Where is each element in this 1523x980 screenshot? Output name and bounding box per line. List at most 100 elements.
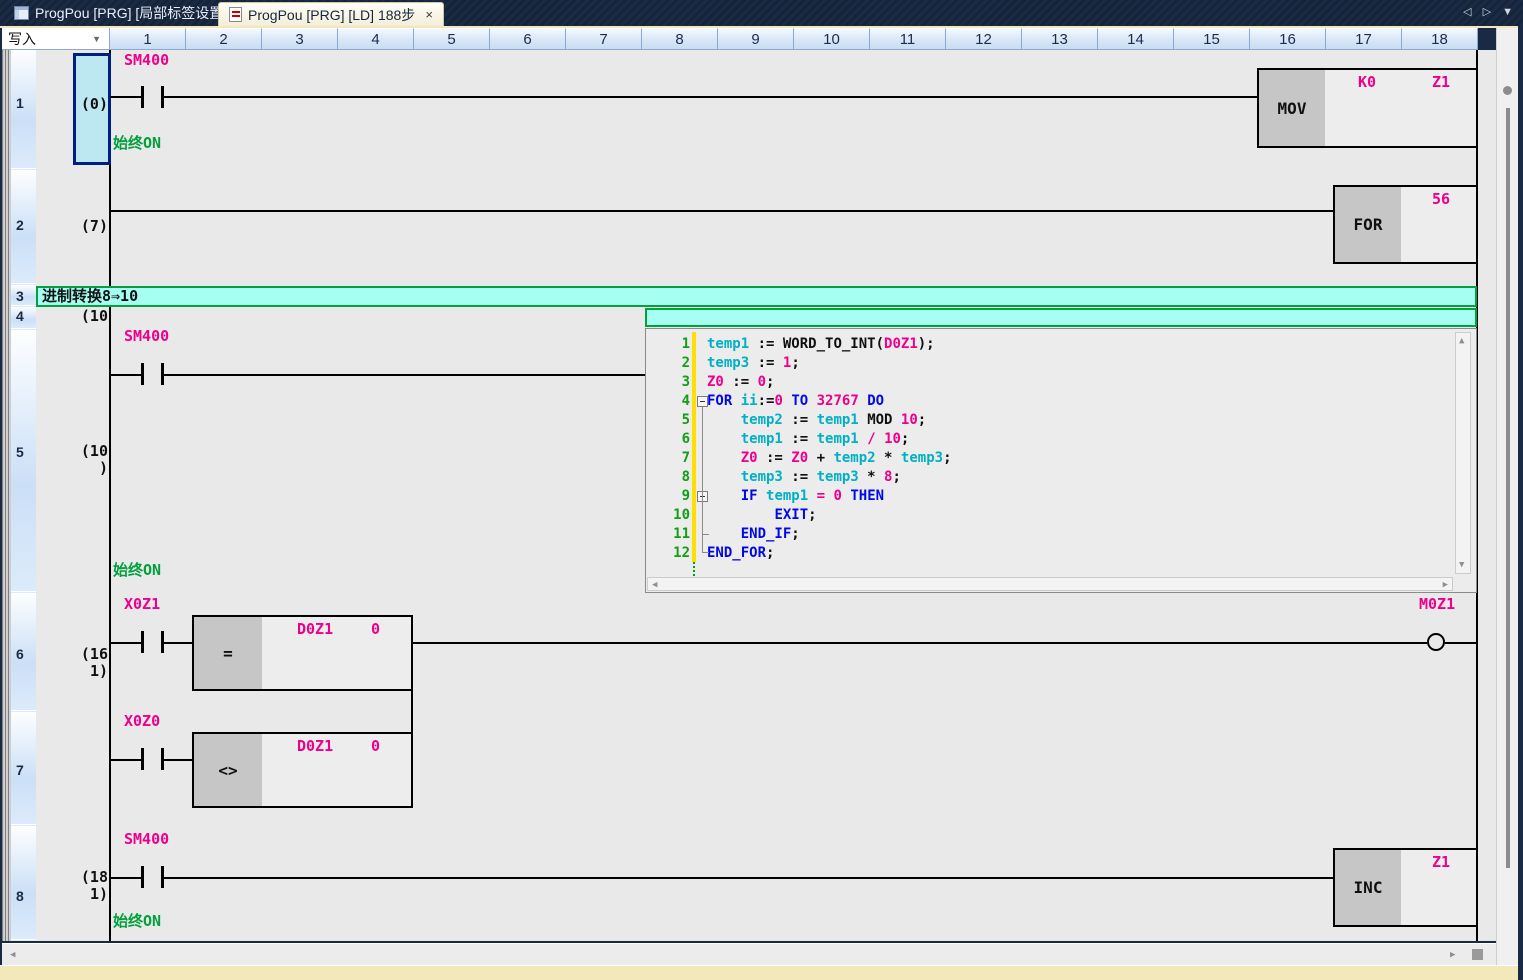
st-code-line[interactable]: FOR ii:=0 TO 32767 DO bbox=[707, 392, 884, 411]
step-number: (0) bbox=[36, 95, 108, 113]
wire bbox=[110, 210, 1333, 212]
st-code-line[interactable]: temp1 := WORD_TO_INT(D0Z1); bbox=[707, 335, 935, 354]
column-header: 9 bbox=[718, 28, 794, 50]
st-code-line[interactable]: EXIT; bbox=[707, 506, 817, 525]
tab-scroll-left-icon[interactable]: ◁ bbox=[1463, 6, 1475, 18]
st-horizontal-scrollbar[interactable]: ◀ ▶ bbox=[647, 577, 1453, 591]
column-header: 8 bbox=[642, 28, 718, 50]
st-code-line[interactable]: temp2 := temp1 MOD 10; bbox=[707, 411, 926, 430]
device-label[interactable]: SM400 bbox=[124, 830, 169, 848]
scroll-left-icon[interactable]: ◀ bbox=[10, 950, 15, 960]
fold-guide-foot bbox=[702, 534, 709, 535]
step-number: (16 bbox=[36, 645, 108, 663]
output-coil-icon[interactable] bbox=[1427, 633, 1445, 651]
device-label[interactable]: SM400 bbox=[124, 327, 169, 345]
st-code-line[interactable]: temp3 := temp3 * 8; bbox=[707, 468, 901, 487]
column-header: 5 bbox=[414, 28, 490, 50]
st-line-number: 7 bbox=[648, 449, 690, 468]
st-token: := bbox=[749, 336, 783, 352]
st-token: Z0 bbox=[791, 450, 808, 466]
scrollbar-box-icon[interactable] bbox=[1472, 949, 1483, 960]
operand[interactable]: Z1 bbox=[1432, 853, 1450, 871]
tab-label: ProgPou [PRG] [局部标签设置] bbox=[35, 3, 227, 23]
tab-ladder-editor[interactable]: ProgPou [PRG] [LD] 188步 × bbox=[218, 2, 444, 26]
contact-icon[interactable] bbox=[141, 866, 144, 888]
vertical-scrollbar[interactable] bbox=[1496, 28, 1518, 965]
horizontal-scrollbar[interactable]: ◀ ▶ bbox=[2, 943, 1496, 965]
operand[interactable]: Z1 bbox=[1432, 73, 1450, 91]
contact-icon[interactable] bbox=[141, 748, 144, 770]
scroll-up-icon[interactable]: ▲ bbox=[1459, 336, 1464, 346]
st-vertical-scrollbar[interactable]: ▲ ▼ bbox=[1455, 332, 1471, 574]
close-icon[interactable]: × bbox=[425, 7, 433, 22]
device-label[interactable]: X0Z1 bbox=[124, 595, 160, 613]
scrollbar-thumb[interactable] bbox=[1506, 108, 1510, 868]
compare-box-not-equal[interactable]: <> D0Z1 0 bbox=[192, 732, 413, 808]
mnemonic: FOR bbox=[1335, 187, 1401, 262]
contact-icon[interactable] bbox=[141, 631, 144, 653]
column-header: 14 bbox=[1098, 28, 1174, 50]
wire bbox=[164, 759, 192, 761]
st-token: temp1 bbox=[817, 431, 859, 447]
tab-menu-icon[interactable]: ▼ bbox=[1502, 6, 1517, 18]
st-code-line[interactable]: IF temp1 = 0 THEN bbox=[707, 487, 884, 506]
compare-operator: = bbox=[194, 617, 262, 689]
instruction-box-inc[interactable]: INC Z1 bbox=[1333, 848, 1478, 927]
tab-local-label-settings[interactable]: ProgPou [PRG] [局部标签设置] bbox=[4, 1, 237, 25]
st-token: temp2 bbox=[741, 412, 783, 428]
chevron-down-icon[interactable]: ▼ bbox=[92, 34, 101, 44]
column-header: 12 bbox=[946, 28, 1022, 50]
st-token: := bbox=[783, 431, 817, 447]
st-token: 0 bbox=[774, 393, 782, 409]
operand[interactable]: 0 bbox=[371, 620, 380, 638]
st-token: ; bbox=[791, 526, 799, 542]
operand[interactable]: D0Z1 bbox=[297, 620, 333, 638]
st-token: 32767 bbox=[817, 393, 859, 409]
st-token: WORD_TO_INT( bbox=[783, 336, 884, 352]
scroll-right-icon[interactable]: ▶ bbox=[1450, 950, 1455, 960]
instruction-box-mov[interactable]: MOV K0 Z1 bbox=[1257, 68, 1478, 148]
mode-selector[interactable]: 写入 ▼ bbox=[2, 28, 110, 50]
fold-collapse-icon[interactable] bbox=[697, 396, 708, 407]
instruction-box-for[interactable]: FOR 56 bbox=[1333, 185, 1478, 264]
operand[interactable]: 0 bbox=[371, 737, 380, 755]
row-gutter-cell[interactable] bbox=[11, 826, 36, 940]
left-power-rail bbox=[109, 50, 111, 941]
tab-scroll-right-icon[interactable]: ▷ bbox=[1483, 6, 1495, 18]
device-comment: 始终ON bbox=[113, 910, 161, 931]
operand[interactable]: K0 bbox=[1358, 73, 1376, 91]
st-token bbox=[758, 488, 766, 504]
st-token: IF bbox=[741, 488, 758, 504]
rung-comment[interactable]: 进制转换8⇒10 bbox=[36, 286, 1477, 307]
contact-icon[interactable] bbox=[141, 86, 144, 108]
st-code-line[interactable]: END_FOR; bbox=[707, 544, 774, 563]
st-token bbox=[707, 450, 741, 466]
wire bbox=[110, 642, 143, 644]
st-box-header-bar[interactable] bbox=[645, 308, 1477, 327]
scroll-down-icon[interactable]: ▼ bbox=[1459, 560, 1464, 570]
compare-box-equal[interactable]: = D0Z1 0 bbox=[192, 615, 413, 691]
st-token bbox=[707, 526, 741, 542]
scrollbar-dot-icon[interactable] bbox=[1503, 86, 1512, 95]
device-label[interactable]: SM400 bbox=[124, 51, 169, 69]
st-changed-lines-bar bbox=[692, 332, 696, 562]
scroll-left-icon[interactable]: ◀ bbox=[652, 580, 657, 590]
st-code-line[interactable]: temp3 := 1; bbox=[707, 354, 800, 373]
column-header: 1 bbox=[110, 28, 186, 50]
column-header: 11 bbox=[870, 28, 946, 50]
st-line-number: 5 bbox=[648, 411, 690, 430]
operand[interactable]: D0Z1 bbox=[297, 737, 333, 755]
operand[interactable]: 56 bbox=[1432, 190, 1450, 208]
st-code-line[interactable]: Z0 := Z0 + temp2 * temp3; bbox=[707, 449, 952, 468]
row-gutter-cell[interactable] bbox=[11, 330, 36, 592]
st-code-line[interactable]: temp1 := temp1 / 10; bbox=[707, 430, 909, 449]
st-token: 10 bbox=[884, 431, 901, 447]
st-code-line[interactable]: Z0 := 0; bbox=[707, 373, 774, 392]
contact-icon[interactable] bbox=[141, 363, 144, 385]
column-header: 6 bbox=[490, 28, 566, 50]
st-code-line[interactable]: END_IF; bbox=[707, 525, 800, 544]
device-label[interactable]: M0Z1 bbox=[1419, 595, 1455, 613]
scroll-right-icon[interactable]: ▶ bbox=[1443, 580, 1448, 590]
st-token bbox=[859, 412, 867, 428]
device-label[interactable]: X0Z0 bbox=[124, 712, 160, 730]
